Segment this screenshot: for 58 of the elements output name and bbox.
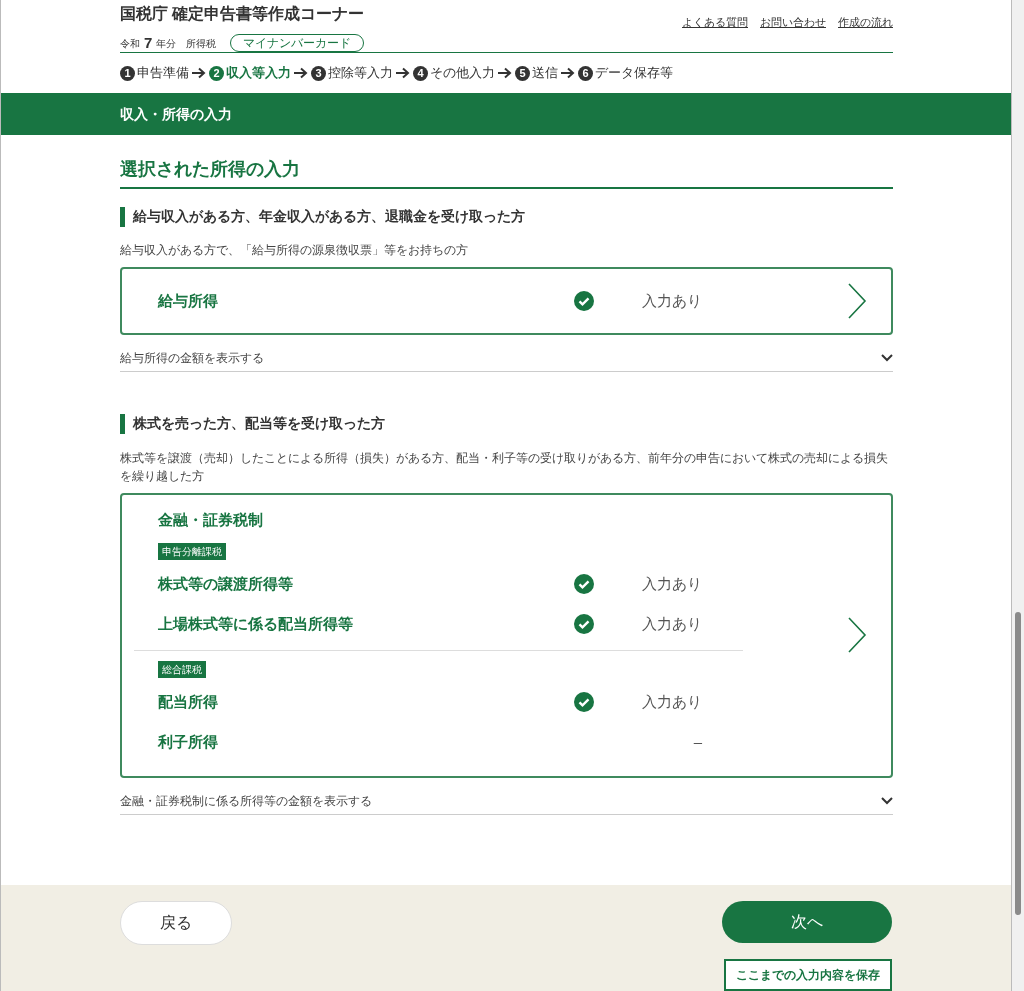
back-button[interactable]: 戻る xyxy=(120,901,232,945)
year-label: 年分 xyxy=(156,36,177,51)
heading-bar xyxy=(120,414,125,435)
income-name: 給与所得 xyxy=(158,291,219,311)
arrow-icon xyxy=(561,67,575,79)
step-number: 2 xyxy=(209,65,224,81)
step-number: 3 xyxy=(311,65,326,81)
step-label: データ保存等 xyxy=(595,64,673,83)
input-status: 入力あり xyxy=(641,691,702,712)
group-description: 給与収入がある方で、「給与所得の源泉徴収票」等をお持ちの方 xyxy=(120,242,469,260)
step-label: 送信 xyxy=(532,64,558,83)
tax-tag: 申告分離課税 xyxy=(158,543,226,560)
step-number: 1 xyxy=(120,65,135,81)
group-heading: 給与収入がある方、年金収入がある方、退職金を受け取った方 xyxy=(133,208,525,226)
scrollbar[interactable] xyxy=(1012,0,1024,991)
header-link[interactable]: お問い合わせ xyxy=(760,14,826,31)
arrow-icon xyxy=(498,67,512,79)
group-description: 株式等を譲渡（売却）したことによる所得（損失）がある方、配当・利子等の受け取りがある方、前年分の申告において株式の売却による損失を繰り越した方 xyxy=(120,449,889,485)
save-button[interactable]: ここまでの入力内容を保存 xyxy=(724,958,892,991)
group-heading: 株式を売った方、配当等を受け取った方 xyxy=(133,415,385,434)
step-label: 申告準備 xyxy=(137,64,189,83)
step-label: 収入等入力 xyxy=(226,64,291,83)
income-card[interactable]: 金融・証券税制 申告分離課税 株式等の譲渡所得等 入力あり 上場株式等に係る配当所得等 入力あり 総合課税 配当所得 入力あり 利子所得 – xyxy=(120,492,893,778)
header-link[interactable]: 作成の流れ xyxy=(838,14,893,31)
chevron-right-icon xyxy=(847,283,867,320)
card-title: 金融・証券税制 xyxy=(158,509,264,530)
chevron-down-icon xyxy=(881,797,893,805)
arrow-icon xyxy=(396,67,410,79)
header-link[interactable]: よくある質問 xyxy=(682,14,748,31)
next-button[interactable]: 次へ xyxy=(722,901,892,943)
amount-toggle[interactable]: 給与所得の金額を表示する xyxy=(120,349,893,373)
input-status: 入力あり xyxy=(641,291,702,311)
step-number: 6 xyxy=(578,65,593,81)
income-card[interactable]: 給与所得 入力あり xyxy=(120,267,893,336)
step-label: その他入力 xyxy=(430,64,495,83)
input-status: 入力あり xyxy=(641,573,702,594)
arrow-icon xyxy=(294,67,308,79)
chevron-right-icon xyxy=(847,617,867,654)
step-number: 5 xyxy=(515,65,530,81)
section-title: 選択された所得の入力 xyxy=(120,158,301,181)
heading-bar xyxy=(120,207,125,228)
arrow-icon xyxy=(192,67,206,79)
step-label: 控除等入力 xyxy=(328,64,393,83)
income-name: 上場株式等に係る配当所得等 xyxy=(158,613,354,634)
year-value: 7 xyxy=(144,33,153,53)
site-title: 国税庁 確定申告書等作成コーナー xyxy=(120,4,365,24)
banner-title: 収入・所得の入力 xyxy=(120,104,232,124)
era-label: 令和 xyxy=(120,36,140,51)
amount-toggle[interactable]: 金融・証券税制に係る所得等の金額を表示する xyxy=(120,792,893,815)
tax-label: 所得税 xyxy=(186,36,217,51)
step-number: 4 xyxy=(413,65,428,81)
income-name: 配当所得 xyxy=(158,691,219,712)
chevron-down-icon xyxy=(881,354,893,363)
income-name: 利子所得 xyxy=(158,731,219,752)
tax-tag: 総合課税 xyxy=(158,661,206,678)
input-status: 入力あり xyxy=(641,613,702,634)
income-name: 株式等の譲渡所得等 xyxy=(158,573,294,594)
input-status: – xyxy=(692,731,702,752)
